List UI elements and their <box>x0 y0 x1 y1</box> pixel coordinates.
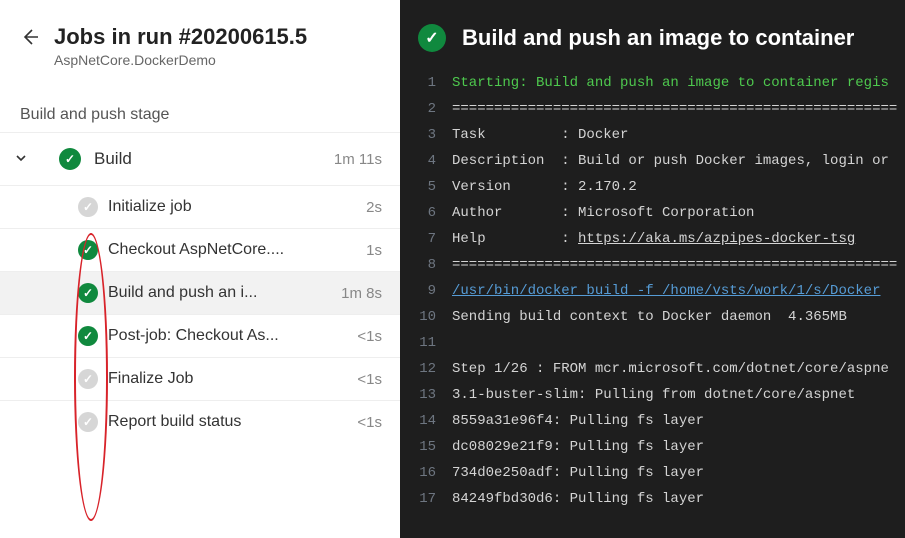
status-success-icon: ✓ <box>58 147 82 171</box>
log-line: 1784249fbd30d6: Pulling fs layer <box>408 486 905 512</box>
stage-label: Build and push stage <box>0 80 400 132</box>
task-name: Post-job: Checkout As... <box>108 327 357 345</box>
log-line: 148559a31e96f4: Pulling fs layer <box>408 408 905 434</box>
status-neutral-icon: ✓ <box>76 367 100 391</box>
task-duration: <1s <box>357 328 382 345</box>
log-line: 4Description : Build or push Docker imag… <box>408 148 905 174</box>
log-line: 2=======================================… <box>408 96 905 122</box>
log-line: 1Starting: Build and push an image to co… <box>408 70 905 96</box>
task-duration: 1s <box>366 242 382 259</box>
task-row[interactable]: ✓ Report build status<1s <box>0 400 400 443</box>
log-line: 15dc08029e21f9: Pulling fs layer <box>408 434 905 460</box>
help-link[interactable]: https://aka.ms/azpipes-docker-tsg <box>578 231 855 247</box>
status-success-icon: ✓ <box>76 281 100 305</box>
task-name: Build and push an i... <box>108 284 341 302</box>
job-duration: 1m 11s <box>334 151 382 168</box>
task-duration: <1s <box>357 371 382 388</box>
log-line: 133.1-buster-slim: Pulling from dotnet/c… <box>408 382 905 408</box>
log-line: 8=======================================… <box>408 252 905 278</box>
log-line: 9/usr/bin/docker build -f /home/vsts/wor… <box>408 278 905 304</box>
task-row[interactable]: ✓ Checkout AspNetCore....1s <box>0 228 400 271</box>
task-row[interactable]: ✓ Build and push an i...1m 8s <box>0 271 400 314</box>
log-line: 5Version : 2.170.2 <box>408 174 905 200</box>
log-line: 10Sending build context to Docker daemon… <box>408 304 905 330</box>
log-line: 3Task : Docker <box>408 122 905 148</box>
log-line: 6Author : Microsoft Corporation <box>408 200 905 226</box>
log-line: 7Help : https://aka.ms/azpipes-docker-ts… <box>408 226 905 252</box>
task-name: Report build status <box>108 413 357 431</box>
task-name: Initialize job <box>108 198 366 216</box>
job-name: Build <box>94 149 334 169</box>
task-name: Finalize Job <box>108 370 357 388</box>
log-output[interactable]: 1Starting: Build and push an image to co… <box>400 70 905 512</box>
status-success-icon: ✓ <box>76 324 100 348</box>
status-success-icon: ✓ <box>76 238 100 262</box>
chevron-down-icon <box>14 151 34 168</box>
status-neutral-icon: ✓ <box>76 410 100 434</box>
task-detail-title: Build and push an image to container <box>462 25 854 51</box>
log-line: 12Step 1/26 : FROM mcr.microsoft.com/dot… <box>408 356 905 382</box>
task-row[interactable]: ✓ Initialize job2s <box>0 185 400 228</box>
log-line: 16734d0e250adf: Pulling fs layer <box>408 460 905 486</box>
status-success-icon: ✓ <box>418 24 446 52</box>
task-row[interactable]: ✓ Finalize Job<1s <box>0 357 400 400</box>
pipeline-name: AspNetCore.DockerDemo <box>54 52 307 68</box>
task-row[interactable]: ✓ Post-job: Checkout As...<1s <box>0 314 400 357</box>
status-neutral-icon: ✓ <box>76 195 100 219</box>
back-arrow[interactable] <box>20 24 40 55</box>
log-line: 11 <box>408 330 905 356</box>
job-row-build[interactable]: ✓ Build 1m 11s <box>0 132 400 185</box>
task-duration: 2s <box>366 199 382 216</box>
task-duration: 1m 8s <box>341 285 382 302</box>
task-duration: <1s <box>357 414 382 431</box>
page-title: Jobs in run #20200615.5 <box>54 24 307 50</box>
task-name: Checkout AspNetCore.... <box>108 241 366 259</box>
